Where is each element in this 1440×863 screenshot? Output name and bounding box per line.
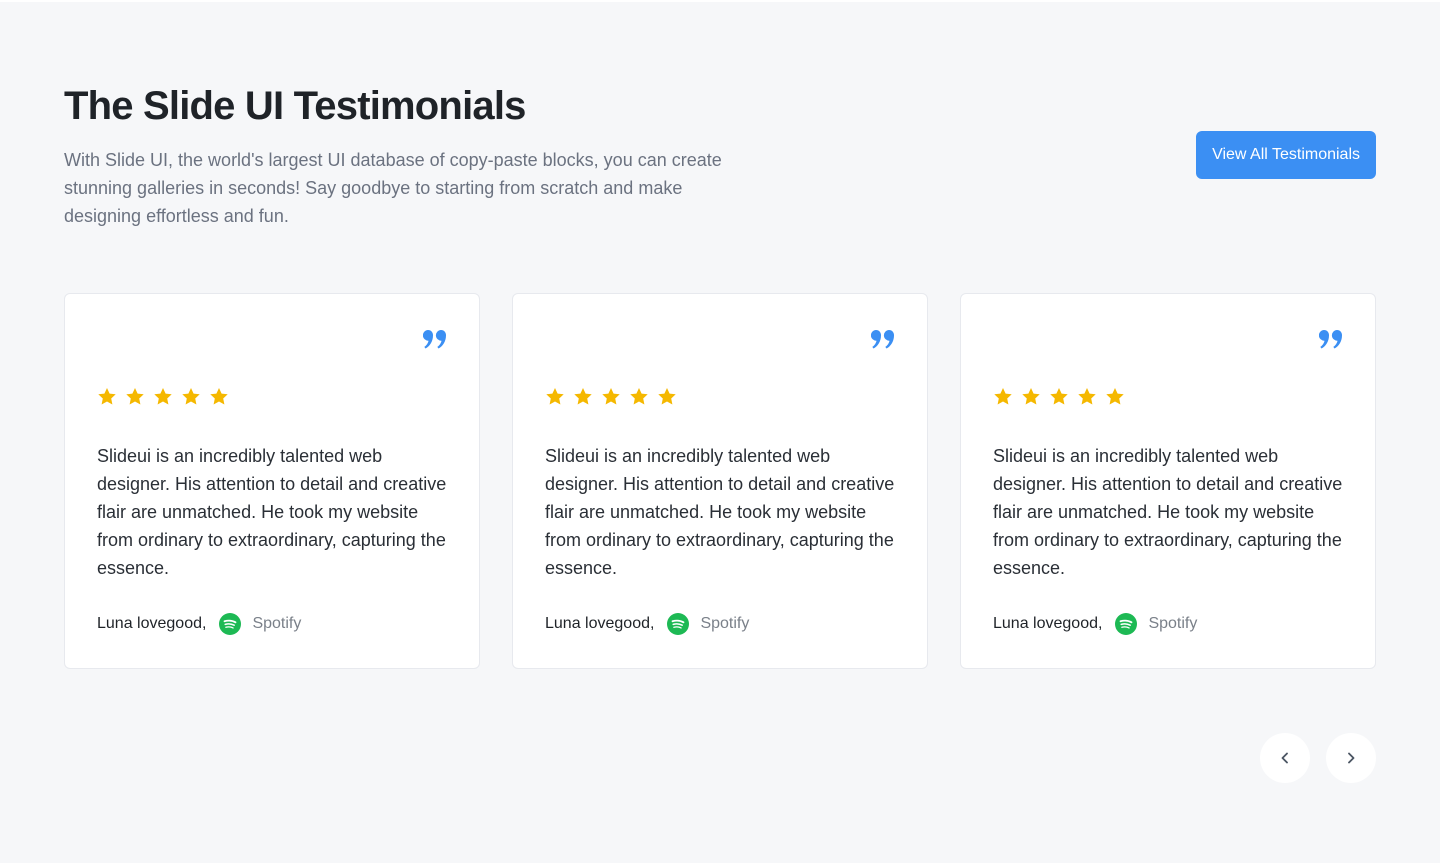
star-icon <box>98 388 116 405</box>
company-name: Spotify <box>252 615 302 632</box>
chevron-left-icon <box>1281 752 1288 764</box>
star-icon <box>1106 388 1124 405</box>
testimonial-card: Slideui is an incredibly talented web de… <box>960 293 1376 669</box>
page-title: The Slide UI Testimonials <box>64 84 526 128</box>
spotify-icon <box>1115 613 1138 635</box>
company-name: Spotify <box>700 615 750 632</box>
testimonial-author: Luna lovegood, Spotify <box>97 613 301 635</box>
section-header: The Slide UI Testimonials With Slide UI,… <box>64 84 1376 230</box>
quote-icon <box>871 330 895 349</box>
top-divider <box>0 0 1440 2</box>
star-icon <box>154 388 172 405</box>
testimonial-list: Slideui is an incredibly talented web de… <box>64 293 1376 669</box>
star-icon <box>182 388 200 405</box>
testimonial-author: Luna lovegood, Spotify <box>545 613 749 635</box>
star-icon <box>1022 388 1040 405</box>
testimonial-card: Slideui is an incredibly talented web de… <box>512 293 928 669</box>
star-icon <box>630 388 648 405</box>
testimonial-text: Slideui is an incredibly talented web de… <box>993 446 1343 578</box>
quote-icon <box>423 330 447 349</box>
star-icon <box>658 388 676 405</box>
chevron-right-icon <box>1348 752 1355 764</box>
quote-icon <box>1319 330 1343 349</box>
company-name: Spotify <box>1148 615 1198 632</box>
spotify-icon <box>219 613 242 635</box>
author-name: Luna lovegood, <box>993 615 1103 632</box>
page-subtitle: With Slide UI, the world's largest UI da… <box>64 150 722 226</box>
next-button[interactable] <box>1326 733 1376 783</box>
star-icon <box>1050 388 1068 405</box>
star-icon <box>602 388 620 405</box>
view-all-testimonials-button[interactable]: View All Testimonials <box>1196 131 1376 179</box>
star-icon <box>126 388 144 405</box>
star-icon <box>210 388 228 405</box>
author-name: Luna lovegood, <box>545 615 655 632</box>
star-icon <box>574 388 592 405</box>
spotify-icon <box>667 613 690 635</box>
header-text: The Slide UI Testimonials With Slide UI,… <box>64 84 724 230</box>
testimonial-text: Slideui is an incredibly talented web de… <box>545 446 895 578</box>
carousel-navigation <box>1260 733 1376 783</box>
star-icon <box>546 388 564 405</box>
star-icon <box>1078 388 1096 405</box>
star-icon <box>994 388 1012 405</box>
author-name: Luna lovegood, <box>97 615 207 632</box>
previous-button[interactable] <box>1260 733 1310 783</box>
star-rating <box>97 387 229 407</box>
star-rating <box>993 387 1125 407</box>
testimonial-text: Slideui is an incredibly talented web de… <box>97 446 447 578</box>
testimonial-card: Slideui is an incredibly talented web de… <box>64 293 480 669</box>
testimonial-author: Luna lovegood, Spotify <box>993 613 1197 635</box>
star-rating <box>545 387 677 407</box>
